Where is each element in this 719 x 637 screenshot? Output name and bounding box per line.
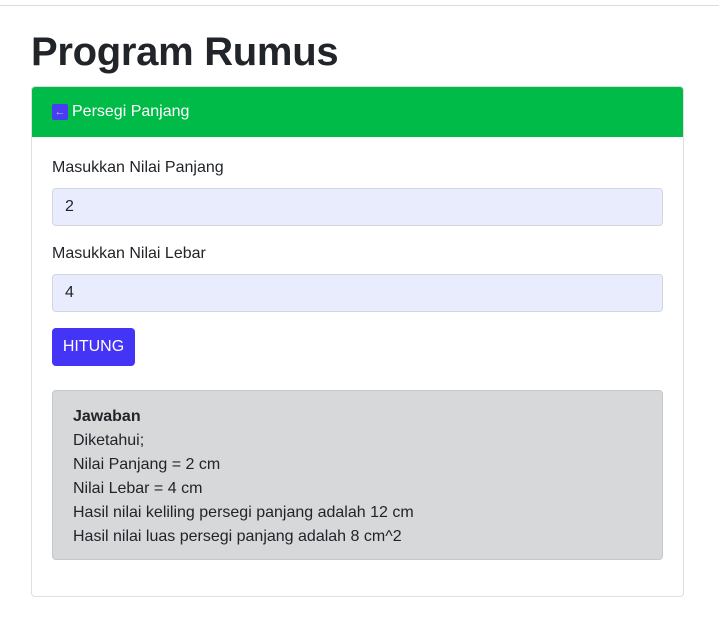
card-header-title: Persegi Panjang [72,103,190,120]
result-line: Nilai Panjang = 2 cm [73,456,221,473]
arrow-left-icon[interactable]: ← [52,104,68,120]
calculator-card: ← Persegi Panjang Masukkan Nilai Panjang… [31,86,684,597]
hitung-button[interactable]: HITUNG [52,328,135,366]
result-line: Hasil nilai luas persegi panjang adalah … [73,528,402,545]
result-title: Jawaban [73,408,141,425]
panjang-input[interactable] [52,188,663,226]
lebar-label: Masukkan Nilai Lebar [52,245,206,262]
card-header: ← Persegi Panjang [32,87,683,137]
result-line: Nilai Lebar = 4 cm [73,480,203,497]
result-box: Jawaban Diketahui; Nilai Panjang = 2 cm … [52,390,663,560]
page-title: Program Rumus [31,30,339,74]
panjang-label: Masukkan Nilai Panjang [52,159,224,176]
top-divider [0,5,719,6]
lebar-input[interactable] [52,274,663,312]
result-line: Hasil nilai keliling persegi panjang ada… [73,504,414,521]
result-line: Diketahui; [73,432,145,449]
